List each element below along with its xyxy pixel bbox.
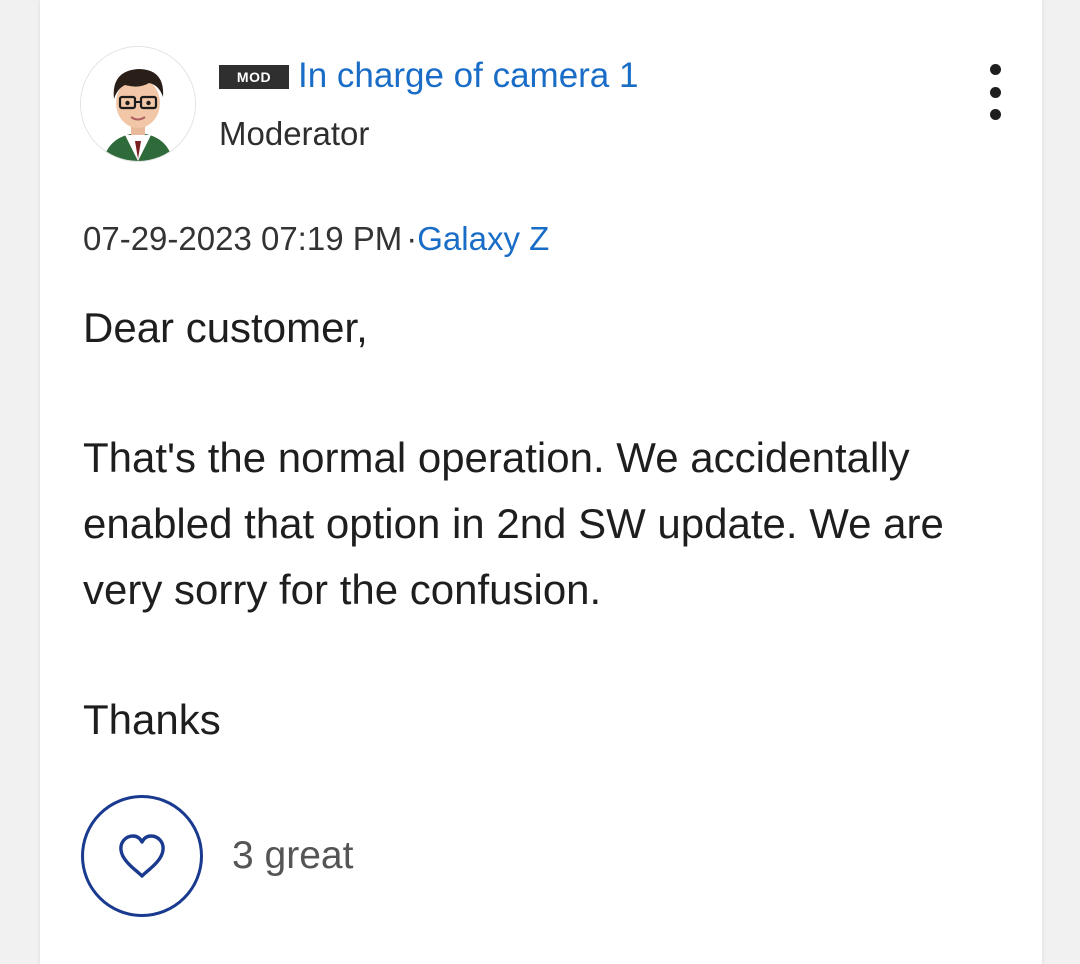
more-vertical-icon: [989, 64, 1001, 75]
moderator-badge: MOD: [219, 65, 289, 89]
avatar-illustration: [81, 47, 195, 161]
post-signoff: Thanks: [83, 696, 221, 743]
more-vertical-icon-dot: [989, 86, 1001, 98]
post-datetime: 07-29-2023 07:19 PM: [83, 220, 403, 257]
post-greeting: Dear customer,: [83, 304, 368, 351]
like-button[interactable]: [81, 795, 203, 917]
author-role: Moderator: [219, 115, 370, 152]
post-meta: 07-29-2023 07:19 PM ·Galaxy Z: [83, 217, 549, 261]
post-message: That's the normal operation. We accident…: [83, 434, 944, 613]
meta-separator: ·: [406, 220, 418, 257]
like-count: 3 great: [232, 834, 354, 877]
author-avatar[interactable]: [80, 46, 196, 162]
post-body: Dear customer, That's the normal operati…: [83, 295, 1023, 753]
heart-icon: [119, 834, 165, 878]
more-options-button[interactable]: [978, 64, 1012, 120]
more-vertical-icon-dot: [989, 109, 1001, 120]
board-link[interactable]: Galaxy Z: [417, 220, 549, 257]
author-name-link[interactable]: In charge of camera 1: [298, 54, 638, 98]
